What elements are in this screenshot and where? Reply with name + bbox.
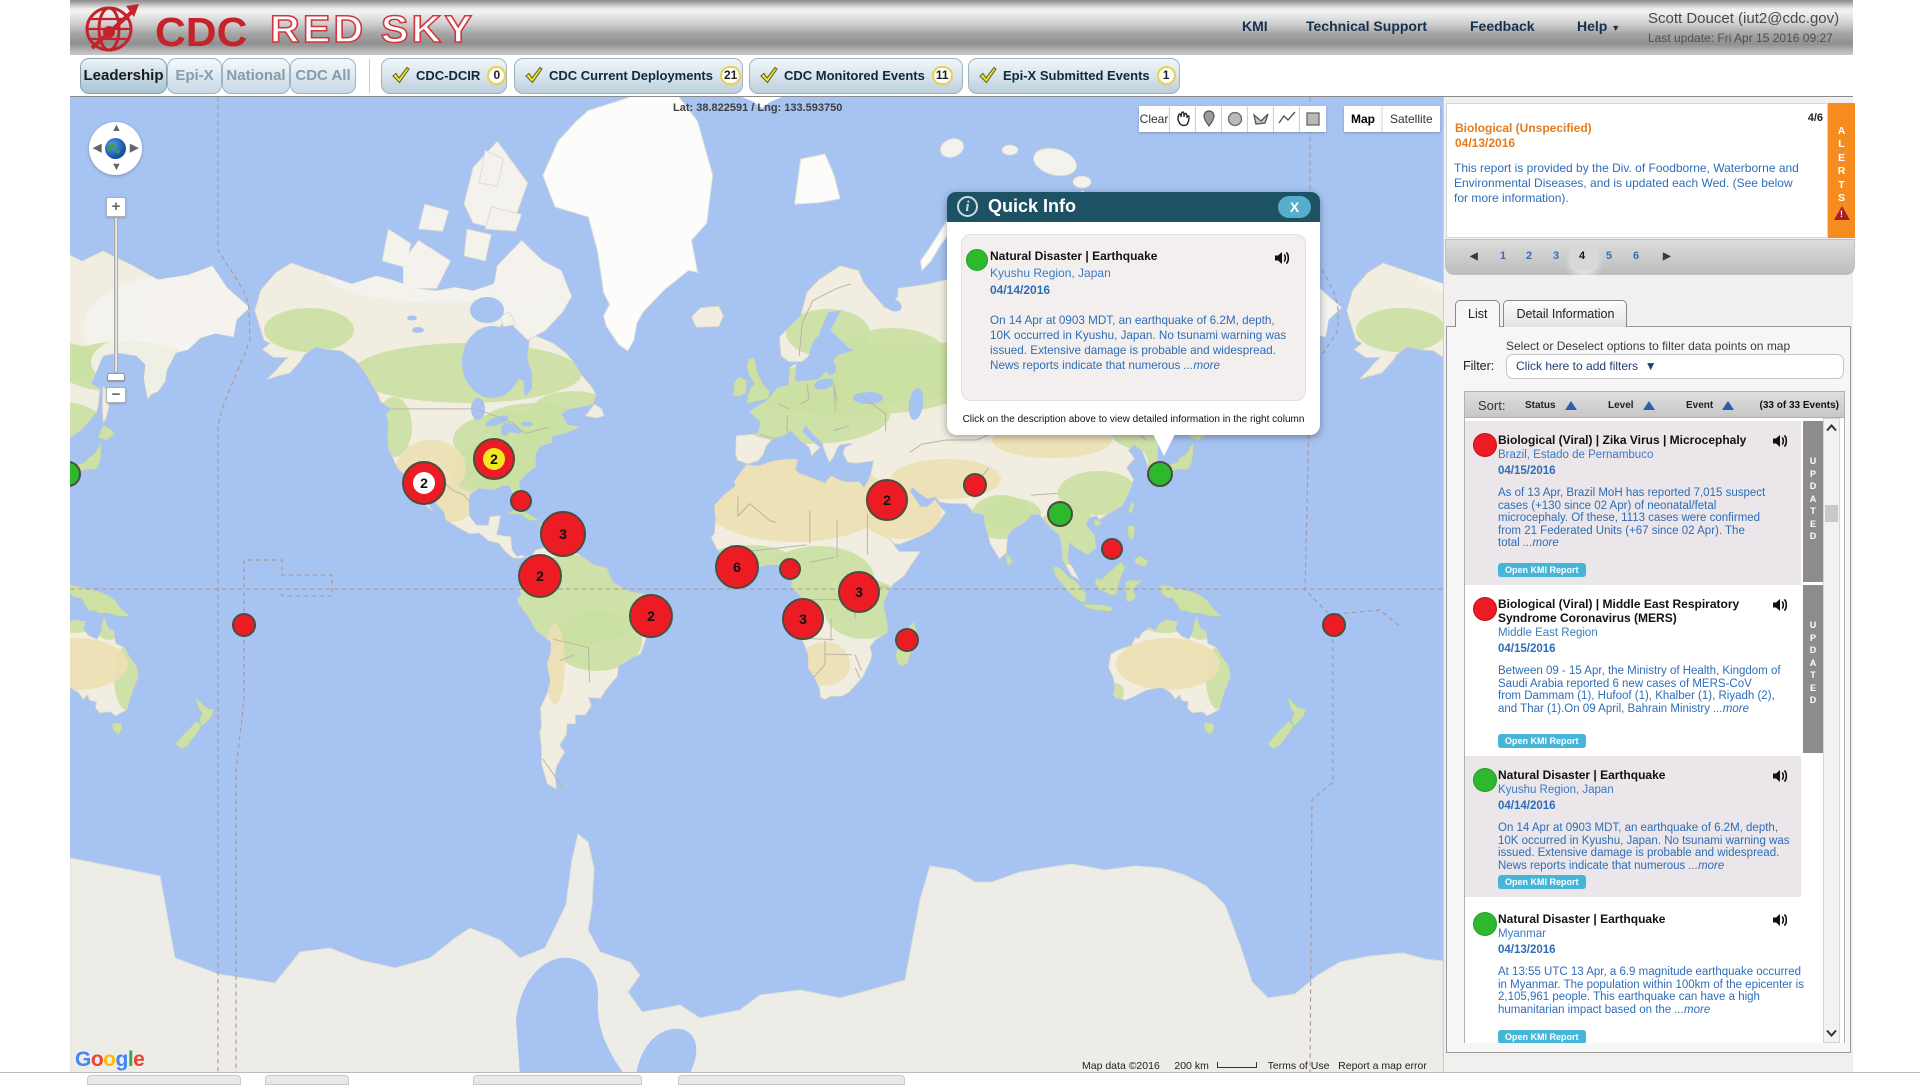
svg-text:2: 2 <box>490 451 498 467</box>
svg-text:2: 2 <box>536 568 544 584</box>
svg-text:3: 3 <box>855 584 863 600</box>
svg-text:3: 3 <box>559 526 567 542</box>
svg-text:2: 2 <box>420 475 428 491</box>
svg-text:2: 2 <box>883 492 891 508</box>
svg-text:3: 3 <box>799 611 807 627</box>
svg-text:6: 6 <box>733 559 741 575</box>
svg-text:2: 2 <box>647 608 655 624</box>
